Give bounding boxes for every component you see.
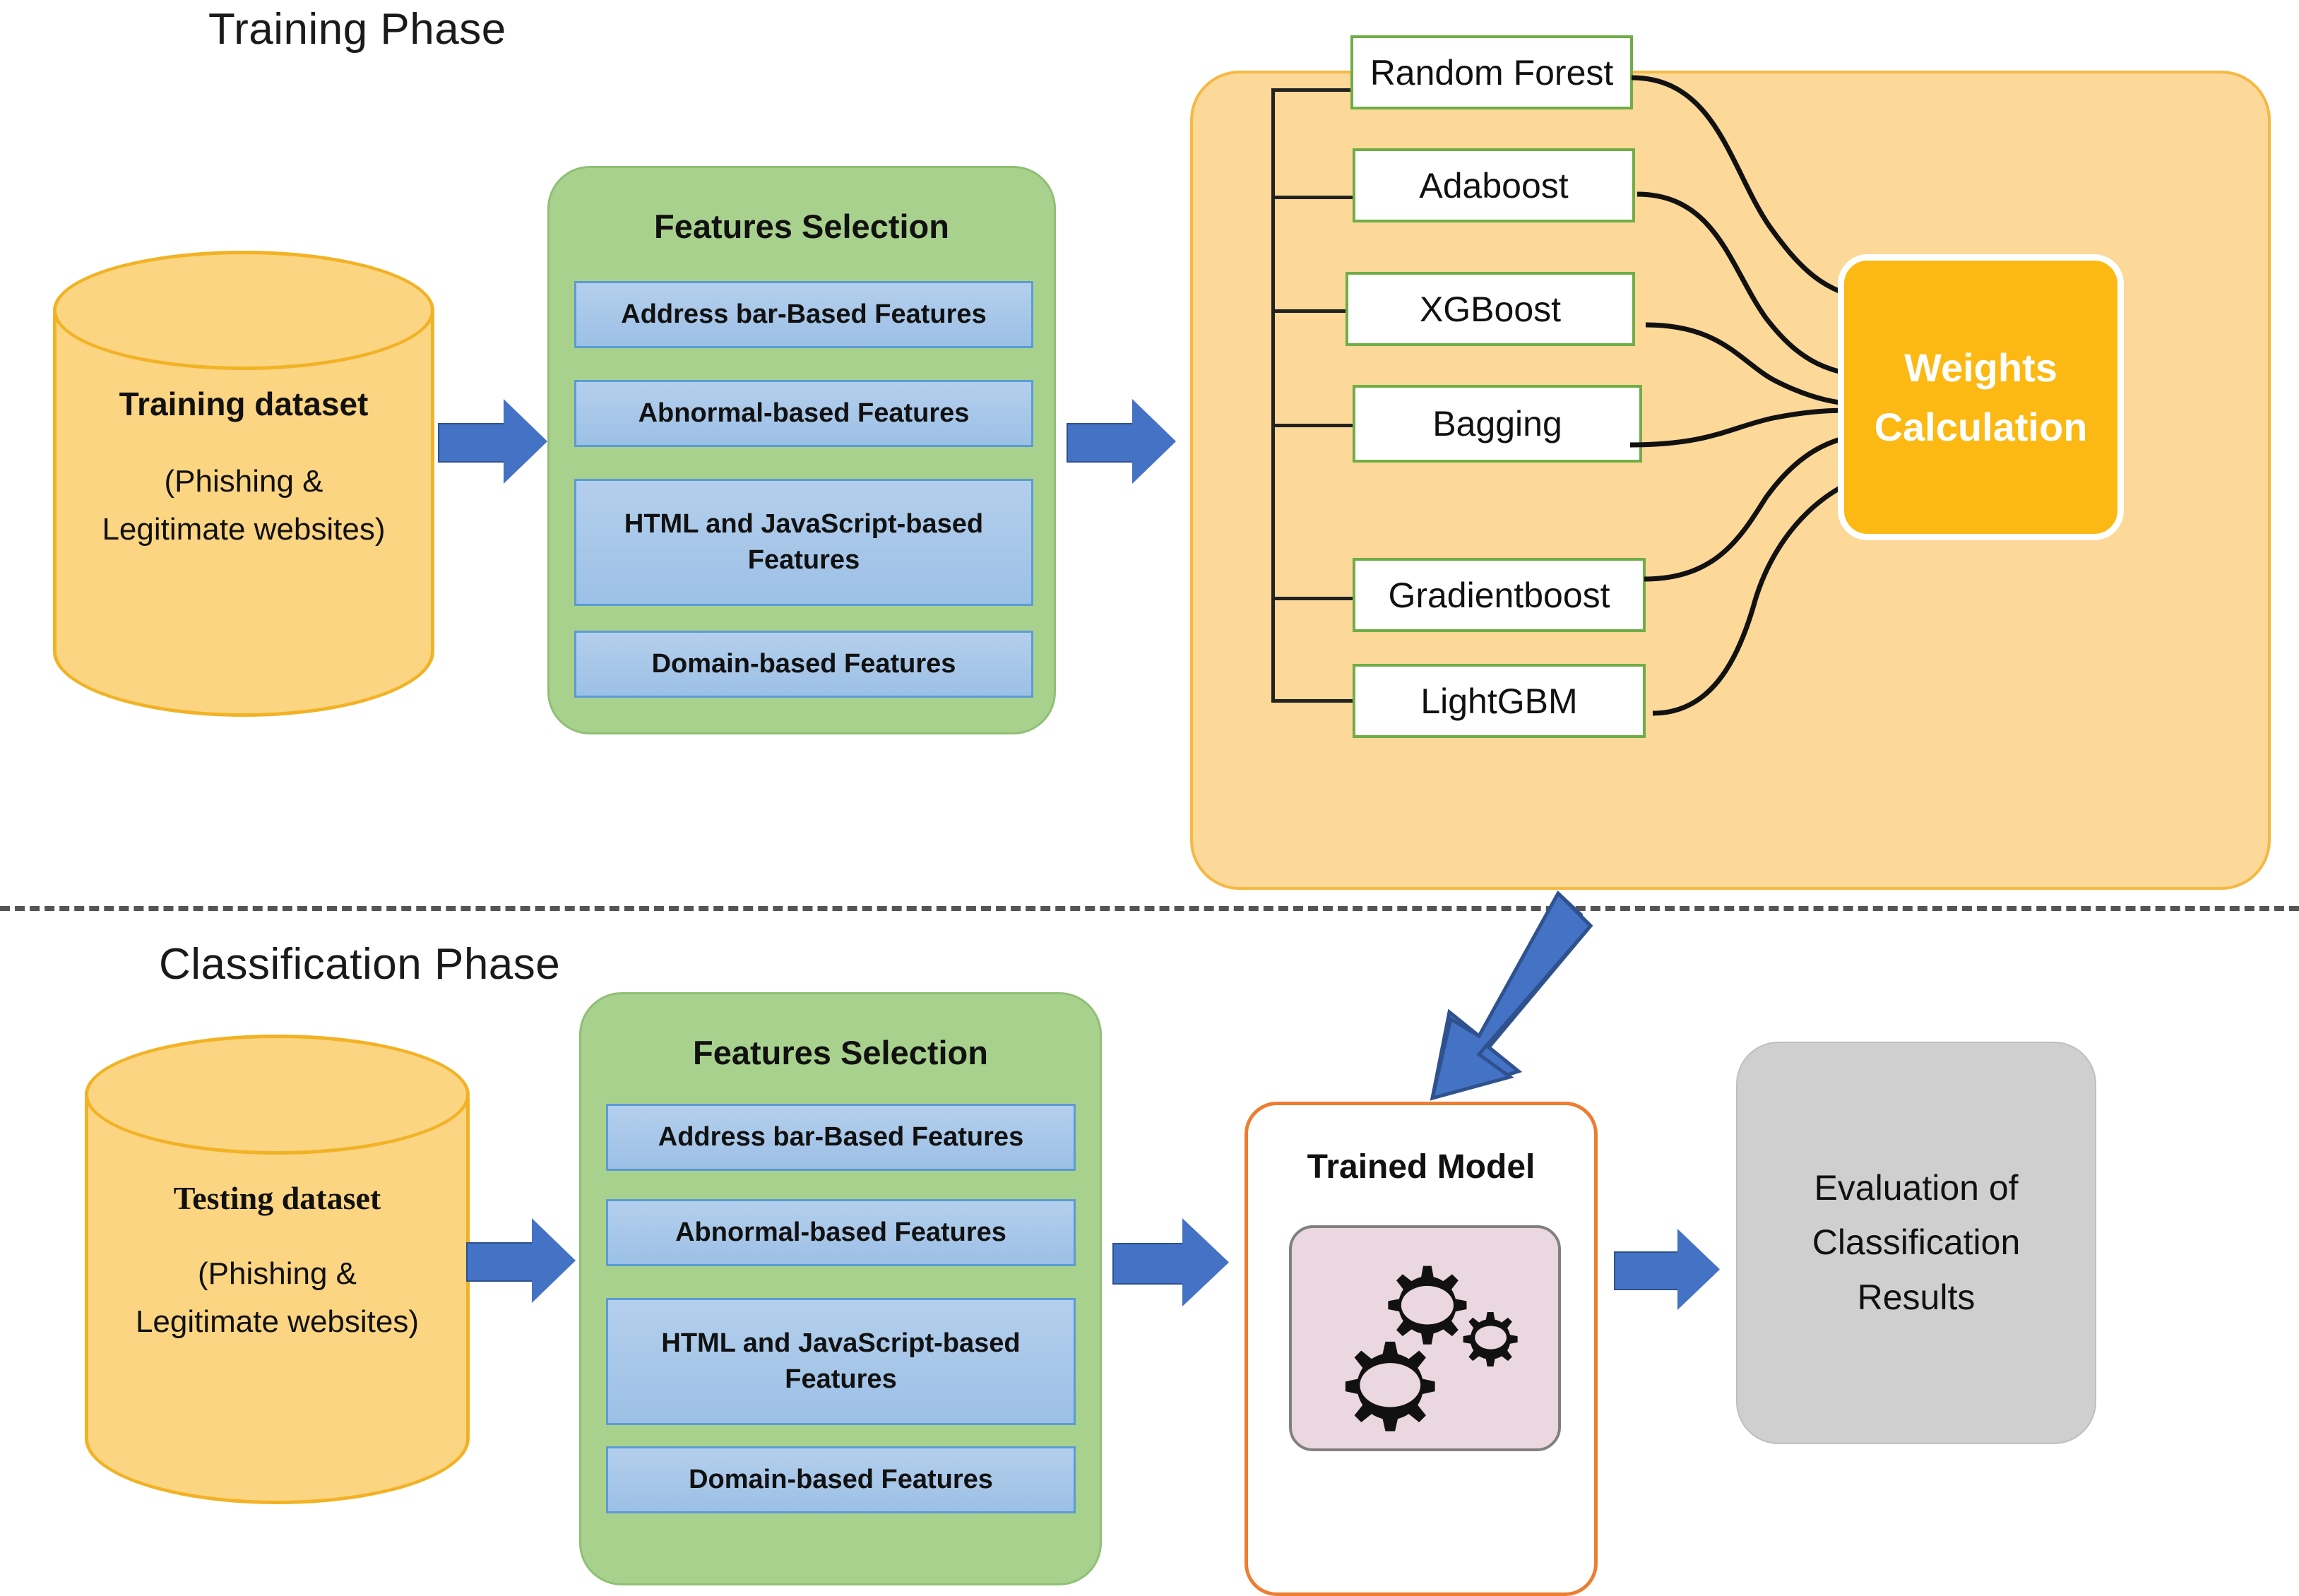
classifier-tree-branch-3 (1271, 309, 1356, 313)
cylinder-top-ellipse (53, 251, 434, 370)
testing-dataset-subtitle-line1: (Phishing & (197, 1256, 357, 1291)
trained-model-box[interactable]: Trained Model (1244, 1102, 1598, 1596)
arrow-features-to-ensemble (1067, 399, 1176, 484)
testing-dataset-cylinder: Testing dataset (Phishing & Legitimate w… (85, 1035, 470, 1504)
classification-feature-item-domain[interactable]: Domain-based Features (606, 1446, 1076, 1513)
classifier-box-gradientboost[interactable]: Gradientboost (1353, 558, 1646, 632)
testing-dataset-title: Testing dataset (173, 1180, 381, 1216)
classifier-tree-spine (1271, 88, 1275, 703)
phase-divider (0, 906, 2299, 911)
weights-calculation-box[interactable]: Weights Calculation (1838, 254, 2124, 540)
classification-phase-title: Classification Phase (159, 940, 561, 989)
training-dataset-subtitle-line1: (Phishing & (164, 464, 323, 499)
evaluation-line3: Results (1857, 1277, 1976, 1317)
training-feature-item-html-javascript[interactable]: HTML and JavaScript-based Features (574, 479, 1033, 606)
classification-feature-item-html-javascript[interactable]: HTML and JavaScript-based Features (606, 1298, 1076, 1425)
classifier-tree-branch-6 (1271, 699, 1356, 703)
cylinder-top-ellipse (85, 1035, 470, 1155)
classifier-tree-branch-2 (1271, 196, 1356, 199)
classifier-box-lightgbm[interactable]: LightGBM (1353, 664, 1646, 738)
classifier-box-random-forest[interactable]: Random Forest (1350, 35, 1633, 109)
evaluation-line1: Evaluation of (1814, 1167, 2019, 1208)
gears-icon (1289, 1225, 1561, 1451)
arrow-features-to-trained-model (1112, 1218, 1229, 1306)
classification-features-selection-panel: Features Selection Address bar-Based Fea… (579, 992, 1102, 1585)
training-dataset-cylinder: Training dataset (Phishing & Legitimate … (53, 251, 434, 717)
classifier-box-xgboost[interactable]: XGBoost (1345, 272, 1635, 346)
evaluation-results-box[interactable]: Evaluation of Classification Results (1736, 1042, 2096, 1444)
classifier-box-bagging[interactable]: Bagging (1353, 385, 1642, 463)
classifier-tree-branch-1 (1271, 88, 1356, 92)
training-features-selection-title: Features Selection (654, 208, 949, 245)
classifier-box-adaboost[interactable]: Adaboost (1353, 148, 1635, 222)
training-features-selection-panel: Features Selection Address bar-Based Fea… (547, 166, 1056, 734)
testing-dataset-subtitle-line2: Legitimate websites) (135, 1304, 420, 1339)
training-feature-item-abnormal[interactable]: Abnormal-based Features (574, 380, 1033, 447)
classifier-tree-branch-5 (1271, 597, 1356, 600)
training-dataset-subtitle-line2: Legitimate websites) (102, 512, 386, 547)
classifier-tree-branch-4 (1271, 424, 1356, 427)
arrow-training-dataset-to-features (438, 399, 547, 484)
weights-calculation-line1: Weights (1904, 345, 2057, 390)
evaluation-line2: Classification (1812, 1222, 2021, 1263)
trained-model-title: Trained Model (1307, 1148, 1535, 1186)
training-feature-item-domain[interactable]: Domain-based Features (574, 631, 1033, 698)
classification-feature-item-address-bar[interactable]: Address bar-Based Features (606, 1104, 1076, 1171)
arrow-testing-dataset-to-features (466, 1218, 576, 1303)
classification-feature-item-abnormal[interactable]: Abnormal-based Features (606, 1199, 1076, 1266)
weights-calculation-line2: Calculation (1874, 404, 2088, 449)
training-feature-item-address-bar[interactable]: Address bar-Based Features (574, 281, 1033, 348)
arrow-trained-model-to-evaluation (1614, 1229, 1720, 1310)
classification-features-selection-title: Features Selection (693, 1034, 988, 1071)
training-phase-title: Training Phase (208, 5, 506, 54)
training-dataset-title: Training dataset (119, 386, 369, 422)
